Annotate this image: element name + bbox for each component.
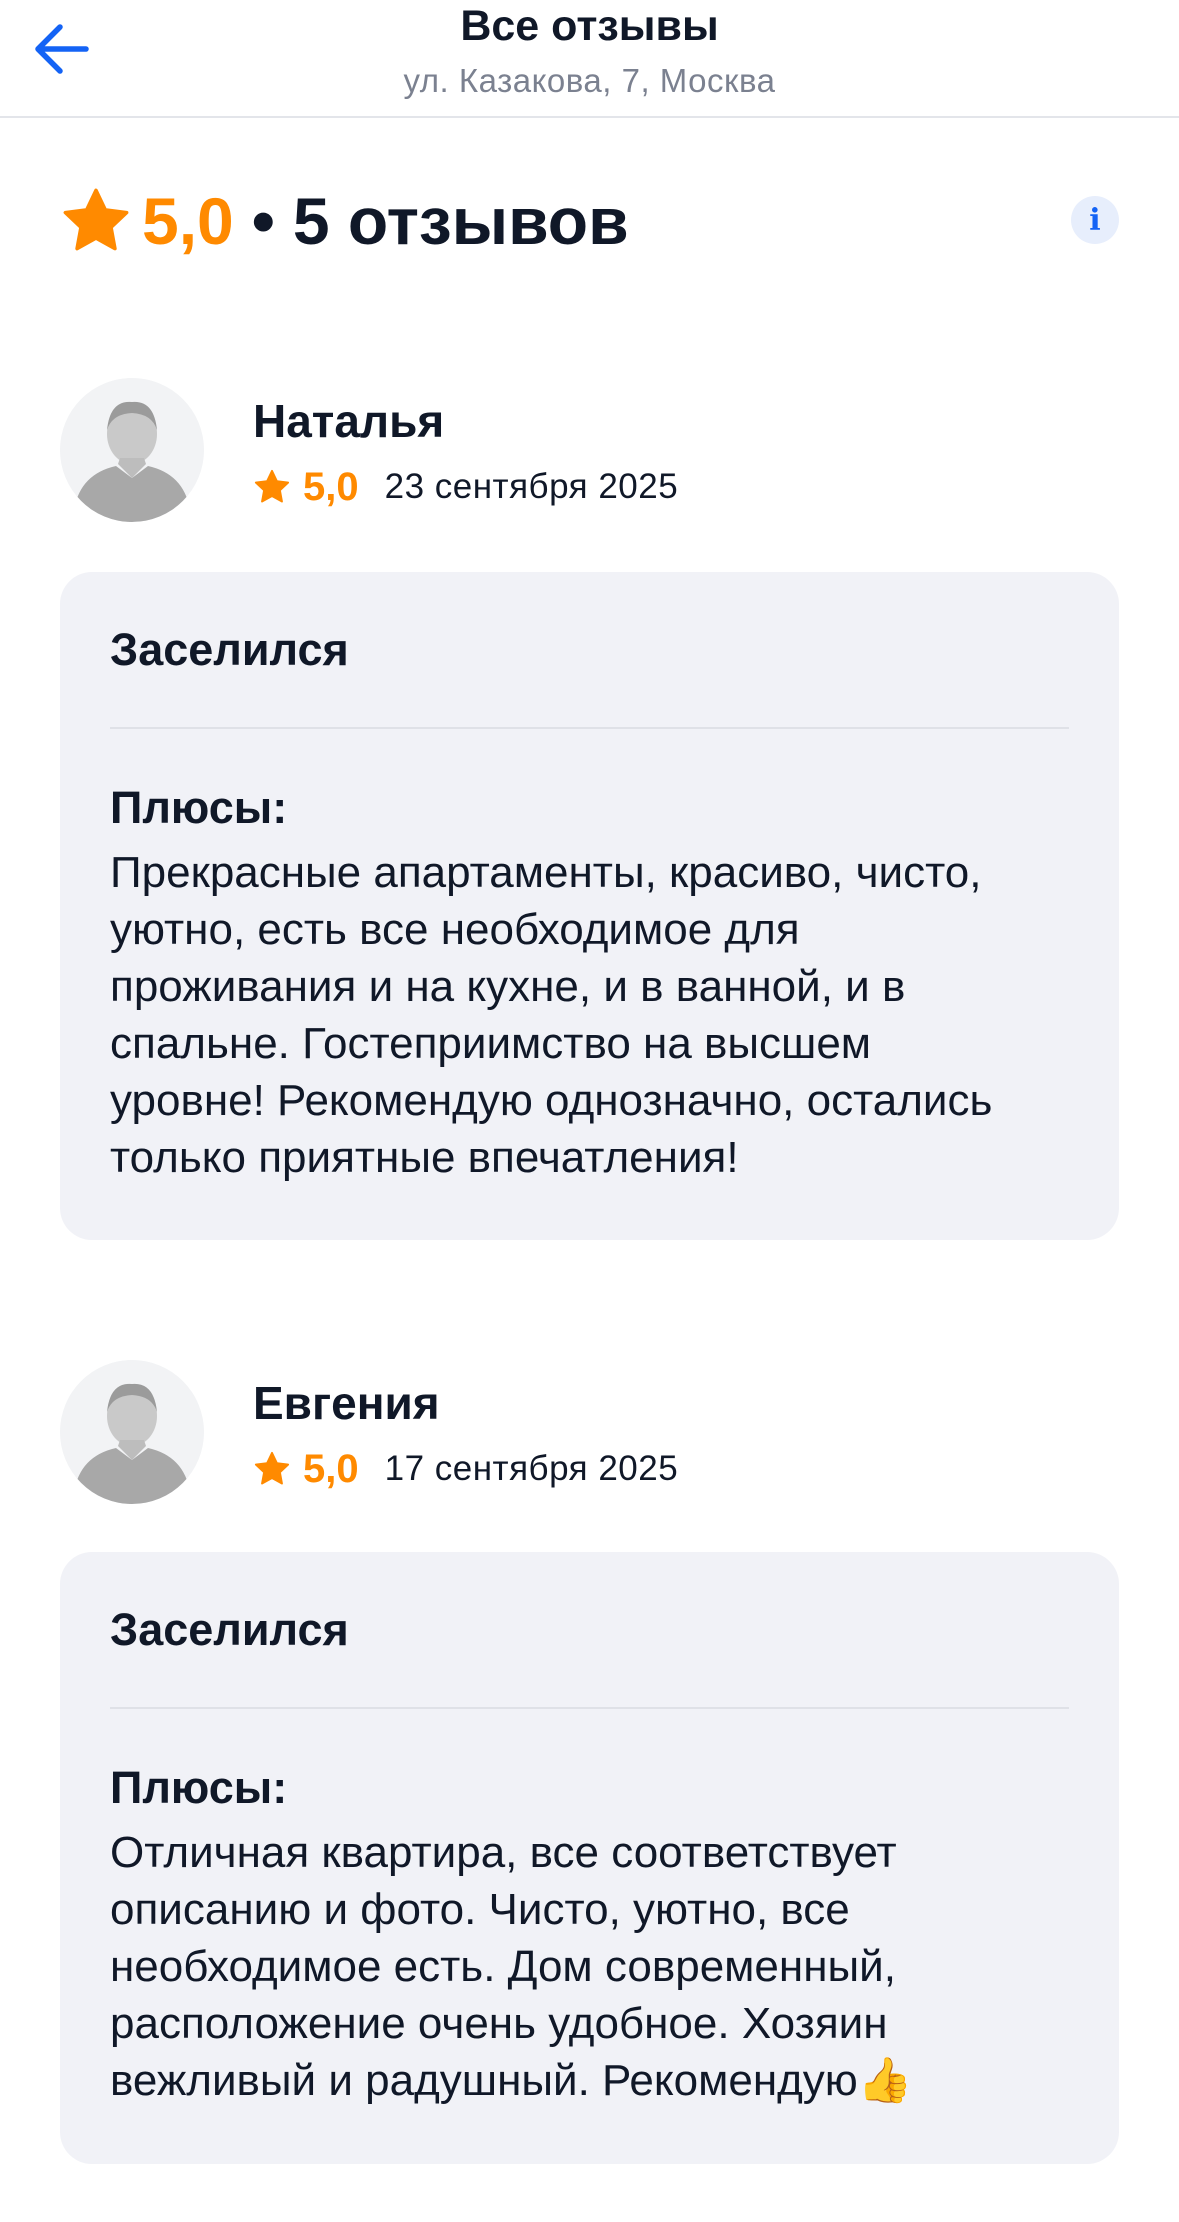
pros-label: Плюсы: (110, 782, 288, 833)
separator-dot: • (251, 184, 275, 258)
avatar (60, 1360, 204, 1504)
review-rating: 5,0 (303, 1446, 359, 1491)
review-card: Заселился Плюсы: Отличная квартира, все … (60, 1552, 1119, 2164)
review-author-name: Евгения (253, 1377, 440, 1429)
user-avatar-icon (60, 1360, 204, 1504)
overall-rating: 5,0 (142, 184, 234, 258)
page-title: Все отзывы (460, 2, 719, 50)
pros-text: Прекрасные апартаменты, красиво, чисто, … (110, 848, 993, 1182)
star-icon (63, 188, 129, 251)
review-count: 5 отзывов (292, 184, 629, 258)
pros-text: Отличная квартира, все соответствует опи… (110, 1828, 913, 2105)
review-meta: 5,0 17 сентября 2025 (253, 1444, 678, 1494)
stay-status: Заселился (110, 624, 349, 675)
avatar (60, 378, 204, 522)
divider (110, 727, 1069, 729)
divider (110, 1707, 1069, 1709)
page-subtitle-address: ул. Казакова, 7, Москва (403, 62, 776, 99)
review-date: 23 сентября 2025 (384, 467, 679, 506)
info-button[interactable]: i (1071, 196, 1119, 244)
review-rating: 5,0 (303, 464, 359, 509)
top-nav-bar: Все отзывы ул. Казакова, 7, Москва (0, 0, 1179, 118)
review-card: Заселился Плюсы: Прекрасные апартаменты,… (60, 572, 1119, 1240)
star-icon (254, 469, 290, 503)
review-meta: 5,0 23 сентября 2025 (253, 462, 678, 512)
star-icon (254, 1451, 290, 1485)
info-icon: i (1089, 202, 1101, 238)
rating-summary: 5,0 • 5 отзывов (60, 176, 629, 266)
review-author-name: Наталья (253, 395, 445, 447)
pros-label: Плюсы: (110, 1762, 288, 1813)
user-avatar-icon (60, 378, 204, 522)
stay-status: Заселился (110, 1604, 349, 1655)
review-date: 17 сентября 2025 (384, 1449, 679, 1488)
